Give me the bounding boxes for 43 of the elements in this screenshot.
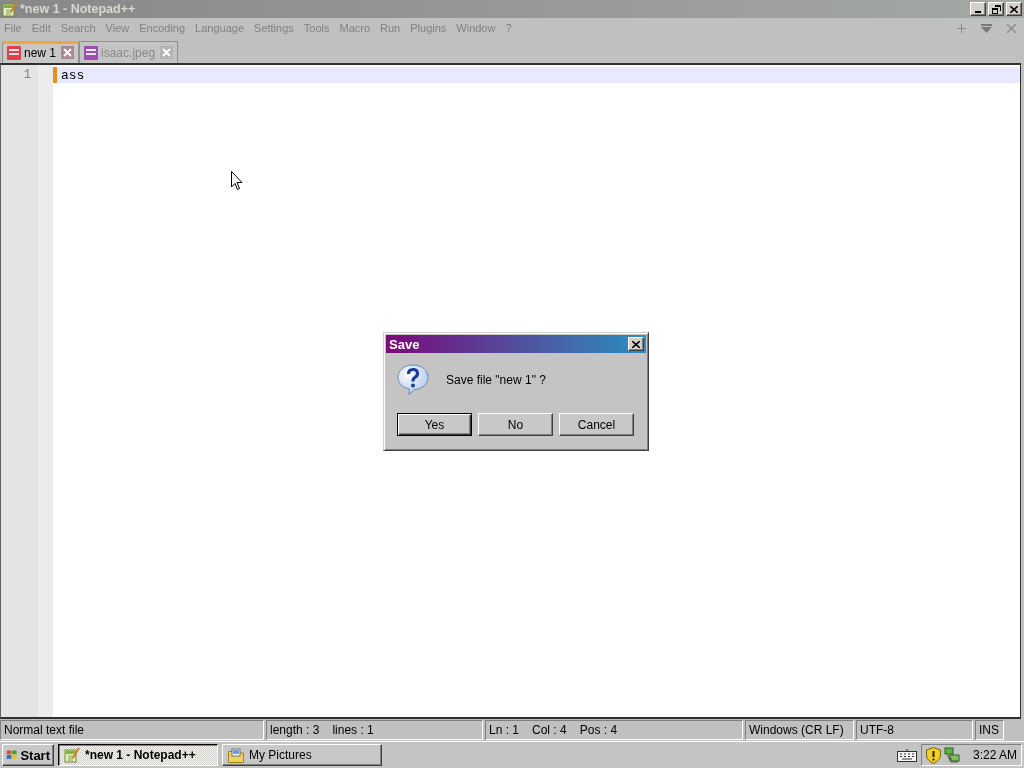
taskbar-button[interactable]: My Pictures xyxy=(222,744,382,766)
tab[interactable]: new 1 xyxy=(2,41,80,63)
notepad-icon xyxy=(64,747,80,763)
question-icon xyxy=(397,364,429,396)
flag-icon xyxy=(6,748,18,762)
status-text: Normal text file xyxy=(4,723,85,737)
taskbar-button[interactable]: *new 1 - Notepad++ xyxy=(58,744,218,766)
status-text: INS xyxy=(979,723,999,737)
status-text: length : 3 xyxy=(270,723,320,737)
start-button[interactable]: Start xyxy=(2,744,54,766)
status-text: Windows (CR LF) xyxy=(749,723,844,737)
dialog-button[interactable]: Cancel xyxy=(559,413,634,436)
restore-icon xyxy=(991,4,1001,14)
minimize-icon xyxy=(975,11,981,13)
close-icon[interactable] xyxy=(61,46,75,59)
minimize-button[interactable] xyxy=(970,2,986,16)
dialog-message: Save file "new 1" ? xyxy=(446,373,546,387)
status-text: Col : 4 xyxy=(532,723,567,737)
tab-label: isaac.jpeg xyxy=(101,45,156,60)
dialog-button[interactable]: Yes xyxy=(397,413,472,436)
status-text: lines : 1 xyxy=(332,723,374,737)
code-text: ass xyxy=(61,67,85,83)
close-button[interactable] xyxy=(1006,2,1022,16)
status-text: Ln : 1 xyxy=(489,723,520,737)
folder-icon xyxy=(228,747,244,763)
line-number: 1 xyxy=(22,67,32,83)
close-icon xyxy=(1010,5,1018,13)
keyboard-icon[interactable] xyxy=(897,748,917,762)
tab-label: new 1 xyxy=(24,45,57,60)
status-text: UTF-8 xyxy=(860,723,894,737)
network-icon[interactable] xyxy=(944,747,960,763)
close-icon xyxy=(632,340,640,348)
clock: 3:22 AM xyxy=(972,748,1017,762)
notepad-icon xyxy=(2,1,18,17)
status-text: Pos : 4 xyxy=(579,723,618,737)
dialog-title: Save xyxy=(389,336,420,352)
close-button[interactable] xyxy=(628,337,644,351)
dialog-button[interactable]: No xyxy=(478,413,553,436)
window-title: *new 1 - Notepad++ xyxy=(20,2,136,16)
tab[interactable]: isaac.jpeg xyxy=(79,41,179,63)
restore-button[interactable] xyxy=(988,2,1004,16)
shield-icon[interactable] xyxy=(926,746,941,764)
mouse-pointer-icon xyxy=(231,171,243,190)
